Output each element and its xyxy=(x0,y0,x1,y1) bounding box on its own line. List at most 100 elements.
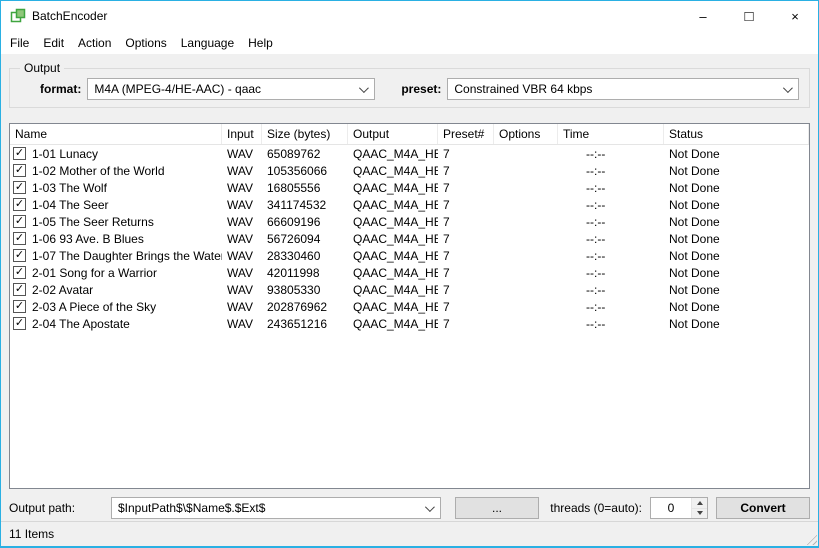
preset-cell: 7 xyxy=(443,146,450,161)
column-header-name[interactable]: Name xyxy=(10,124,222,144)
file-name-cell: ✓ 1-06 93 Ave. B Blues xyxy=(10,230,222,247)
browse-button[interactable]: ... xyxy=(455,497,539,519)
menu-help[interactable]: Help xyxy=(241,33,280,53)
minimize-button[interactable]: – xyxy=(680,1,726,31)
status-cell: Not Done xyxy=(669,214,720,229)
resize-grip[interactable] xyxy=(804,532,817,545)
file-name-cell: ✓ 2-01 Song for a Warrior xyxy=(10,264,222,281)
table-row[interactable]: ✓ 1-01 Lunacy WAV 65089762 QAAC_M4A_HE 7 --:--… xyxy=(10,145,809,162)
file-list-body: ✓ 1-01 Lunacy WAV 65089762 QAAC_M4A_HE 7 --:--… xyxy=(10,145,809,488)
row-checkbox[interactable]: ✓ xyxy=(13,181,26,194)
input-cell: WAV xyxy=(227,282,253,297)
size-cell: 202876962 xyxy=(267,299,328,314)
options-cell xyxy=(494,162,558,179)
menu-bar: File Edit Action Options Language Help xyxy=(1,31,818,54)
row-checkbox[interactable]: ✓ xyxy=(13,317,26,330)
preset-label: preset: xyxy=(401,82,442,96)
time-cell: --:-- xyxy=(586,214,606,229)
menu-action[interactable]: Action xyxy=(71,33,118,53)
file-name-cell: ✓ 2-03 A Piece of the Sky xyxy=(10,298,222,315)
column-header-status[interactable]: Status xyxy=(664,124,809,144)
output-cell: QAAC_M4A_HE xyxy=(353,214,438,229)
table-row[interactable]: ✓ 2-04 The Apostate WAV 243651216 QAAC_M4A_H… xyxy=(10,315,809,332)
menu-options[interactable]: Options xyxy=(118,33,173,53)
column-header-preset[interactable]: Preset# xyxy=(438,124,494,144)
size-cell: 16805556 xyxy=(267,180,321,195)
column-header-options[interactable]: Options xyxy=(494,124,558,144)
time-cell: --:-- xyxy=(586,163,606,178)
row-checkbox[interactable]: ✓ xyxy=(13,198,26,211)
menu-edit[interactable]: Edit xyxy=(36,33,71,53)
spin-down-button[interactable] xyxy=(692,508,707,518)
options-cell xyxy=(494,145,558,162)
file-name: 1-01 Lunacy xyxy=(32,146,99,161)
menu-file[interactable]: File xyxy=(3,33,36,53)
maximize-button[interactable]: □ xyxy=(726,1,772,31)
output-cell: QAAC_M4A_HE xyxy=(353,146,438,161)
row-checkbox[interactable]: ✓ xyxy=(13,300,26,313)
table-row[interactable]: ✓ 2-03 A Piece of the Sky WAV 202876962 QAAC… xyxy=(10,298,809,315)
row-checkbox[interactable]: ✓ xyxy=(13,232,26,245)
table-row[interactable]: ✓ 2-01 Song for a Warrior WAV 42011998 QAAC_… xyxy=(10,264,809,281)
status-cell: Not Done xyxy=(669,316,720,331)
output-path-value: $InputPath$\$Name$.$Ext$ xyxy=(118,501,266,515)
row-checkbox[interactable]: ✓ xyxy=(13,164,26,177)
table-row[interactable]: ✓ 1-02 Mother of the World WAV 105356066 QAA… xyxy=(10,162,809,179)
row-checkbox[interactable]: ✓ xyxy=(13,266,26,279)
input-cell: WAV xyxy=(227,265,253,280)
menu-language[interactable]: Language xyxy=(174,33,241,53)
preset-cell: 7 xyxy=(443,299,450,314)
file-name: 1-06 93 Ave. B Blues xyxy=(32,231,144,246)
format-select[interactable]: M4A (MPEG-4/HE-AAC) - qaac xyxy=(87,78,376,100)
output-cell: QAAC_M4A_HE xyxy=(353,282,438,297)
file-name-cell: ✓ 1-07 The Daughter Brings the Water xyxy=(10,247,222,264)
format-selected-value: M4A (MPEG-4/HE-AAC) - qaac xyxy=(94,82,262,96)
time-cell: --:-- xyxy=(586,197,606,212)
time-cell: --:-- xyxy=(586,316,606,331)
time-cell: --:-- xyxy=(586,146,606,161)
size-cell: 105356066 xyxy=(267,163,328,178)
title-bar[interactable]: BatchEncoder – □ × xyxy=(1,1,818,31)
table-row[interactable]: ✓ 1-03 The Wolf WAV 16805556 QAAC_M4A_HE 7 --:… xyxy=(10,179,809,196)
output-cell: QAAC_M4A_HE xyxy=(353,231,438,246)
window-controls: – □ × xyxy=(680,1,818,31)
preset-cell: 7 xyxy=(443,163,450,178)
table-row[interactable]: ✓ 1-05 The Seer Returns WAV 66609196 QAAC_M4… xyxy=(10,213,809,230)
spin-up-button[interactable] xyxy=(692,498,707,509)
status-item-count: 11 Items xyxy=(9,527,55,541)
file-name: 1-03 The Wolf xyxy=(32,180,107,195)
row-checkbox[interactable]: ✓ xyxy=(13,215,26,228)
preset-cell: 7 xyxy=(443,180,450,195)
spinner-buttons xyxy=(691,498,707,518)
options-cell xyxy=(494,247,558,264)
status-cell: Not Done xyxy=(669,146,720,161)
output-cell: QAAC_M4A_HE xyxy=(353,163,438,178)
preset-select[interactable]: Constrained VBR 64 kbps xyxy=(447,78,799,100)
row-checkbox[interactable]: ✓ xyxy=(13,249,26,262)
column-header-input[interactable]: Input xyxy=(222,124,262,144)
input-cell: WAV xyxy=(227,214,253,229)
row-checkbox[interactable]: ✓ xyxy=(13,283,26,296)
table-row[interactable]: ✓ 2-02 Avatar WAV 93805330 QAAC_M4A_HE 7 --:--… xyxy=(10,281,809,298)
output-path-input[interactable]: $InputPath$\$Name$.$Ext$ xyxy=(111,497,441,519)
table-row[interactable]: ✓ 1-06 93 Ave. B Blues WAV 56726094 QAAC_M4A… xyxy=(10,230,809,247)
table-row[interactable]: ✓ 1-04 The Seer WAV 341174532 QAAC_M4A_HE 7 --… xyxy=(10,196,809,213)
column-header-output[interactable]: Output xyxy=(348,124,438,144)
file-name-cell: ✓ 2-02 Avatar xyxy=(10,281,222,298)
column-header-time[interactable]: Time xyxy=(558,124,664,144)
output-cell: QAAC_M4A_HE xyxy=(353,299,438,314)
close-button[interactable]: × xyxy=(772,1,818,31)
preset-cell: 7 xyxy=(443,231,450,246)
preset-cell: 7 xyxy=(443,316,450,331)
time-cell: --:-- xyxy=(586,265,606,280)
row-checkbox[interactable]: ✓ xyxy=(13,147,26,160)
options-cell xyxy=(494,315,558,332)
column-header-size[interactable]: Size (bytes) xyxy=(262,124,348,144)
file-name: 1-04 The Seer xyxy=(32,197,109,212)
convert-button[interactable]: Convert xyxy=(716,497,810,519)
status-cell: Not Done xyxy=(669,299,720,314)
table-row[interactable]: ✓ 1-07 The Daughter Brings the Water WAV 28… xyxy=(10,247,809,264)
file-name-cell: ✓ 1-02 Mother of the World xyxy=(10,162,222,179)
threads-value-input[interactable]: 0 xyxy=(651,498,691,518)
file-list: Name Input Size (bytes) Output Preset# O… xyxy=(9,123,810,489)
